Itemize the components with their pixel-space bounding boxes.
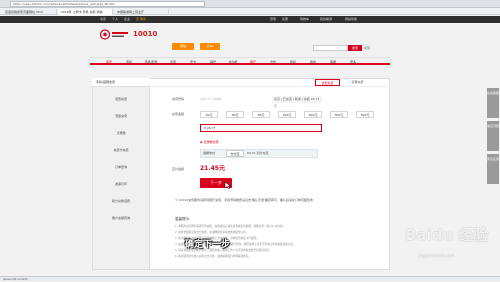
browser-tab-1[interactable]: 百度经验搜索页面网址.html [2, 9, 57, 15]
nav-item[interactable]: 网厅 [244, 58, 262, 66]
note-line: 1. 本服务支持所有联通号码充值，充值成功后请注意查看短信提醒，到账时间一般为1… [175, 225, 286, 228]
sidebar-item-points[interactable]: 积分兑换话费 [92, 194, 150, 208]
watermark-url: jingyan.baidu.com [418, 253, 455, 258]
float-feedback-button[interactable]: 意见反馈 [487, 154, 499, 184]
topnav-sitemap[interactable]: 网站导航 [345, 16, 357, 23]
amount-option[interactable]: 500元 [356, 111, 374, 118]
total-label: 应付金额 [172, 167, 185, 171]
site-search-button[interactable]: 搜索 [348, 45, 362, 51]
browser-tab-2[interactable]: 2016年 上网卡 手机 充值 通信 [58, 9, 113, 15]
note-line: 6. 本页面所示优惠以实际支付为准，最终解释权归中国联通所有。 [175, 255, 251, 258]
notes-title: 温馨提示： [175, 217, 193, 221]
nav-item[interactable]: 我的 [304, 58, 322, 66]
topnav-enterprise[interactable]: 企业 [124, 16, 130, 23]
custom-amount-input[interactable]: ¥ 26.77 [200, 124, 322, 132]
note-line: 2. 充值金额按实际支付到账，如遇网络异常请勿重复提交订单。 [175, 231, 249, 234]
nav-item[interactable]: 宽带 [164, 58, 182, 66]
topnav-vip[interactable]: 沃·尊享 [136, 16, 146, 23]
amount-option[interactable]: 20元 [200, 111, 218, 118]
header-4g-button[interactable]: 沃4G [200, 43, 220, 50]
topnav-region[interactable]: 北京 [100, 16, 106, 23]
notice-text: ① 10010充值服务请转到网厅充值，手机号码缴费请点击'确认无误'确定即可，确… [175, 198, 313, 202]
tab-data-recharge[interactable]: 流量充值 [345, 79, 370, 86]
china-unicom-logo[interactable] [99, 29, 130, 40]
sidebar-item-wo[interactable]: 沃惠缴 [92, 126, 150, 140]
payment-label: 选择支付 [203, 151, 216, 155]
total-amount: 21.45元 [200, 165, 225, 172]
float-service-button[interactable]: 在线客服 [487, 88, 499, 118]
site-search-input[interactable] [313, 45, 348, 51]
address-bar[interactable]: https://upay.10010.com/npfweb/npfcellweb… [10, 1, 205, 7]
phone-label: 充值号码 [172, 97, 185, 101]
header-site-button[interactable]: 网站 [172, 43, 194, 50]
sidebar-item-card[interactable]: 充值卡充值 [92, 143, 150, 157]
topnav-cart[interactable]: 购物车 [300, 16, 309, 23]
sidebar [92, 78, 150, 270]
main-navigation: 首页 手机 手机/配件 宽带 号卡 靓号 合约机 网厅 合作 装机 我的 客服 … [90, 57, 390, 65]
sidebar-item-phone-recharge[interactable]: 话费充值 [92, 92, 150, 106]
payment-extra: ¥0.02 积分充值 [247, 151, 269, 155]
nav-item[interactable]: 合约机 [224, 58, 242, 66]
nav-item[interactable]: 号卡 [184, 58, 202, 66]
nav-item[interactable]: 合作 [264, 58, 282, 66]
tab-phone-recharge[interactable]: 话费充值 [315, 79, 340, 86]
nav-item[interactable]: 客服 [324, 58, 342, 66]
amount-option[interactable]: 300元 [330, 111, 348, 118]
cursor-icon [224, 181, 232, 190]
amount-option[interactable]: 200元 [304, 111, 322, 118]
topnav-register[interactable]: 注册 [282, 16, 288, 23]
sidebar-title: 手机/固网充值 [92, 78, 150, 87]
sidebar-item-data-recharge[interactable]: 流量充值 [92, 109, 150, 123]
phone-info-hint: 北京 | 已充值 | 联通 | 余额 26.77元 [272, 96, 322, 108]
topnav-my[interactable]: 我的联通 [320, 16, 332, 23]
sidebar-item-invoice[interactable]: 发票打印 [92, 177, 150, 191]
site-top-bar: 北京 个人 企业 沃·尊享 登录 注册 购物车 我的联通 网站导航 [0, 16, 500, 23]
brand-10010: 10010 [133, 30, 158, 38]
nav-item[interactable]: 手机 [120, 58, 138, 66]
discount-label: 优惠券优惠 [203, 140, 219, 144]
topnav-personal[interactable]: 个人 [112, 16, 118, 23]
video-subtitle: 确定下一步 [185, 240, 231, 250]
browser-tab-3[interactable]: 中国联通网上营业厅 [114, 9, 169, 15]
sidebar-item-orders[interactable]: 订单查询 [92, 160, 150, 174]
nav-item[interactable]: 手机/配件 [140, 58, 162, 66]
sidebar-item-balance[interactable]: 账户余额查询 [92, 211, 150, 225]
nav-item[interactable]: 首页 [100, 58, 118, 66]
amount-option[interactable]: 30元 [226, 111, 244, 118]
payment-option[interactable]: 支付宝 [226, 150, 244, 157]
nav-item[interactable]: 靓号 [204, 58, 222, 66]
nav-item[interactable]: 更多 [344, 58, 362, 66]
topnav-login[interactable]: 登录 [270, 16, 276, 23]
discount-toggle[interactable]: ◉ 优惠券优惠 [200, 139, 260, 145]
phone-number-field[interactable]: 186 **** 8888 [200, 96, 255, 103]
nav-item[interactable]: 装机 [284, 58, 302, 66]
amount-option[interactable]: 100元 [278, 111, 296, 118]
amount-label: 充值金额 [172, 112, 185, 116]
browser-statusbar: javascript:void(0); [0, 276, 500, 281]
amount-option[interactable]: 50元 [252, 111, 270, 118]
header-recharge-link[interactable]: 充值 [364, 45, 374, 51]
float-faq-button[interactable]: 常见问题 [487, 121, 499, 151]
